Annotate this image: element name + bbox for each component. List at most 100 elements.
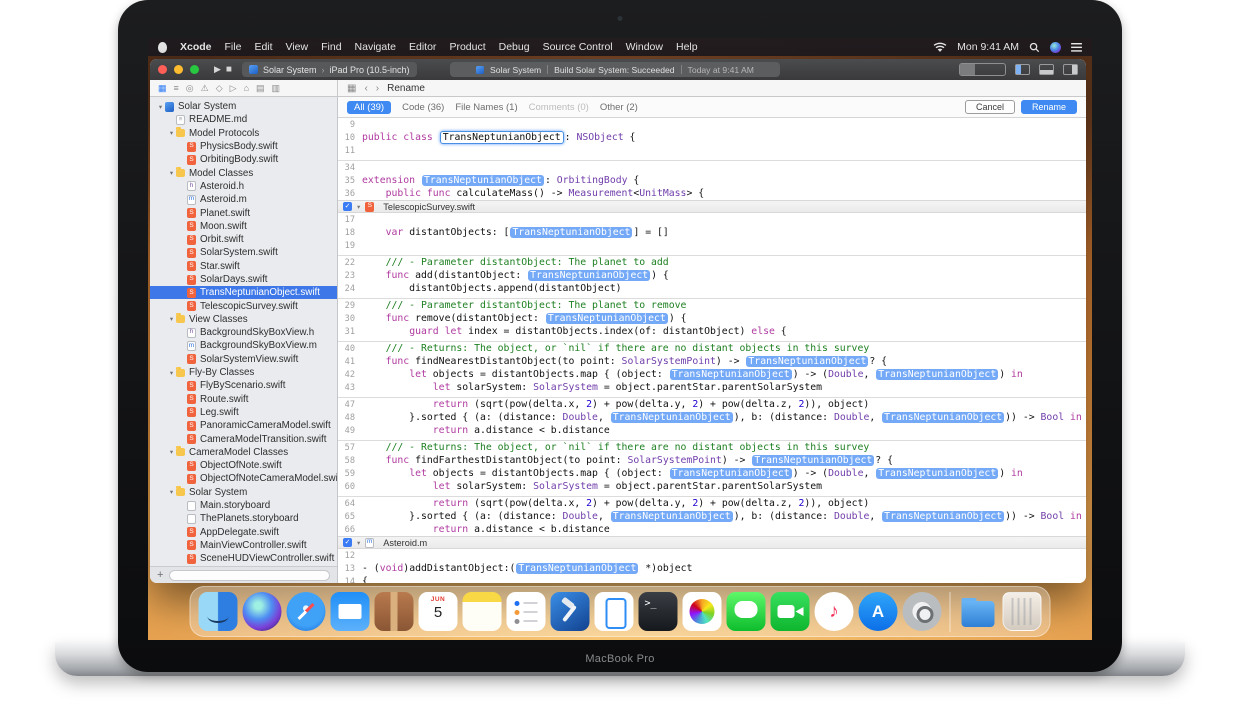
dock-music-icon[interactable]: ♪ [814, 592, 854, 631]
rename-occurrence-token[interactable]: TransNeptunianObject [746, 356, 869, 367]
dock-contacts-icon[interactable] [374, 592, 414, 631]
sidebar-item-model-protocols[interactable]: ▾ Model Protocols [150, 127, 337, 140]
rename-occurrence-token[interactable]: TransNeptunianObject [876, 468, 999, 479]
editor-mode-segmented-control[interactable] [959, 63, 1006, 76]
dock-xcode-icon[interactable] [550, 592, 590, 631]
sidebar-item-mainviewcontroller-swift[interactable]: S MainViewController.swift [150, 539, 337, 552]
rename-occurrence-token[interactable]: TransNeptunianObject [421, 175, 544, 186]
dock-facetime-icon[interactable] [770, 592, 810, 631]
rename-filter-all-39[interactable]: All (39) [347, 100, 392, 114]
find-navigator-icon[interactable]: ▥ [272, 83, 281, 94]
rename-occurrence-token[interactable]: TransNeptunianObject [610, 511, 733, 522]
sidebar-item-orbitingbody-swift[interactable]: S OrbitingBody.swift [150, 153, 337, 166]
disclosure-triangle-icon[interactable]: ▾ [167, 369, 176, 377]
disclosure-triangle-icon[interactable]: ▾ [167, 488, 176, 496]
checkbox-checked-icon[interactable]: ✓ [343, 202, 352, 211]
sidebar-item-readme-md[interactable]: ≡ README.md [150, 113, 337, 126]
sidebar-item-main-storyboard[interactable]: Main.storyboard [150, 499, 337, 512]
rename-occurrence-token[interactable]: TransNeptunianObject [439, 131, 564, 144]
sidebar-item-objectofnotecameramodel-swift[interactable]: S ObjectOfNoteCameraModel.swift [150, 472, 337, 485]
assistant-editor-button[interactable] [975, 64, 990, 75]
dock-siri-icon[interactable] [242, 592, 282, 631]
disclosure-triangle-icon[interactable]: ▾ [357, 539, 360, 547]
symbol-navigator-icon[interactable]: ◎ [186, 83, 194, 94]
sidebar-item-theplanets-storyboard[interactable]: ThePlanets.storyboard [150, 512, 337, 525]
sidebar-item-appdelegate-swift[interactable]: S AppDelegate.swift [150, 526, 337, 539]
dock-trash-icon[interactable] [1002, 592, 1042, 631]
sidebar-item-leg-swift[interactable]: S Leg.swift [150, 406, 337, 419]
rename-occurrence-token[interactable]: TransNeptunianObject [882, 511, 1005, 522]
sidebar-item-solardays-swift[interactable]: S SolarDays.swift [150, 273, 337, 286]
minimize-window-button[interactable] [174, 65, 183, 74]
menu-item-navigate[interactable]: Navigate [355, 41, 396, 53]
sidebar-item-solar-system[interactable]: ▾ Solar System [150, 486, 337, 499]
issue-navigator-icon[interactable]: ⚠ [201, 83, 209, 94]
rename-filter-file-names-1[interactable]: File Names (1) [455, 102, 517, 113]
menu-app-name[interactable]: Xcode [180, 41, 212, 53]
dock-safari-icon[interactable] [286, 592, 326, 631]
siri-icon[interactable] [1050, 41, 1061, 53]
sidebar-item-fly-by-classes[interactable]: ▾ Fly-By Classes [150, 366, 337, 379]
rename-filter-code-36[interactable]: Code (36) [402, 102, 444, 113]
rename-occurrence-token[interactable]: TransNeptunianObject [669, 369, 792, 380]
rename-filter-comments-0[interactable]: Comments (0) [529, 102, 589, 113]
toggle-debug-area-button[interactable] [1039, 64, 1054, 75]
toggle-navigator-button[interactable] [1015, 64, 1030, 75]
sidebar-item-panoramiccameramodel-swift[interactable]: S PanoramicCameraModel.swift [150, 419, 337, 432]
sidebar-item-route-swift[interactable]: S Route.swift [150, 393, 337, 406]
scheme-selector[interactable]: Solar System › iPad Pro (10.5-inch) [241, 62, 417, 77]
checkbox-checked-icon[interactable]: ✓ [343, 538, 352, 547]
sidebar-item-asteroid-m[interactable]: m Asteroid.m [150, 193, 337, 206]
toggle-inspector-button[interactable] [1063, 64, 1078, 75]
sidebar-item-planet-swift[interactable]: S Planet.swift [150, 206, 337, 219]
rename-occurrence-token[interactable]: TransNeptunianObject [545, 313, 668, 324]
breakpoint-navigator-icon[interactable]: ⌂ [244, 83, 249, 93]
sidebar-item-objectofnote-swift[interactable]: S ObjectOfNote.swift [150, 459, 337, 472]
disclosure-triangle-icon[interactable]: ▾ [167, 448, 176, 456]
sidebar-item-asteroid-h[interactable]: h Asteroid.h [150, 180, 337, 193]
sidebar-item-physicsbody-swift[interactable]: S PhysicsBody.swift [150, 140, 337, 153]
rename-occurrence-token[interactable]: TransNeptunianObject [510, 227, 633, 238]
rename-occurrence-token[interactable]: TransNeptunianObject [669, 468, 792, 479]
dock-simulator-icon[interactable] [594, 592, 634, 631]
spotlight-icon[interactable] [1029, 42, 1040, 53]
sidebar-item-solarsystem-swift[interactable]: S SolarSystem.swift [150, 246, 337, 259]
menu-item-source-control[interactable]: Source Control [543, 41, 613, 53]
disclosure-triangle-icon[interactable]: ▾ [156, 103, 165, 111]
rename-occurrence-token[interactable]: TransNeptunianObject [752, 455, 875, 466]
disclosure-triangle-icon[interactable]: ▾ [357, 203, 360, 211]
disclosure-triangle-icon[interactable]: ▾ [167, 129, 176, 137]
run-button[interactable]: ▶ [214, 64, 221, 75]
menu-item-product[interactable]: Product [449, 41, 485, 53]
sidebar-item-solarsystemview-swift[interactable]: S SolarSystemView.swift [150, 353, 337, 366]
sidebar-item-scenehudviewcontroller-swift[interactable]: S SceneHUDViewController.swift [150, 552, 337, 565]
forward-icon[interactable]: › [376, 83, 379, 94]
stop-button[interactable]: ■ [226, 64, 232, 75]
dock-finder-icon[interactable] [198, 592, 238, 631]
menu-item-file[interactable]: File [225, 41, 242, 53]
test-navigator-icon[interactable]: ◇ [216, 83, 223, 94]
dock-notes-icon[interactable] [462, 592, 502, 631]
related-items-icon[interactable]: ▦ [347, 83, 356, 94]
menu-clock[interactable]: Mon 9:41 AM [957, 41, 1019, 53]
menu-item-find[interactable]: Find [321, 41, 341, 53]
sidebar-item-moon-swift[interactable]: S Moon.swift [150, 220, 337, 233]
disclosure-triangle-icon[interactable]: ▾ [167, 169, 176, 177]
add-file-button[interactable]: + [157, 569, 163, 581]
sidebar-item-flybyscenario-swift[interactable]: S FlyByScenario.swift [150, 379, 337, 392]
sidebar-item-telescopicsurvey-swift[interactable]: S TelescopicSurvey.swift [150, 299, 337, 312]
zoom-window-button[interactable] [190, 65, 199, 74]
rename-occurrence-token[interactable]: TransNeptunianObject [610, 412, 733, 423]
rename-occurrence-token[interactable]: TransNeptunianObject [516, 563, 639, 574]
close-window-button[interactable] [158, 65, 167, 74]
notification-center-icon[interactable] [1071, 42, 1082, 52]
sidebar-item-backgroundskyboxview-h[interactable]: h BackgroundSkyBoxView.h [150, 326, 337, 339]
report-navigator-icon[interactable]: ▤ [256, 83, 265, 94]
cancel-button[interactable]: Cancel [964, 100, 1015, 114]
source-control-navigator-icon[interactable]: ≡ [174, 83, 179, 93]
dock-downloads-icon[interactable] [959, 592, 998, 631]
debug-navigator-icon[interactable]: ▷ [230, 83, 237, 94]
dock-reminders-icon[interactable] [506, 592, 546, 631]
rename-occurrence-token[interactable]: TransNeptunianObject [876, 369, 999, 380]
project-navigator-icon[interactable]: ▦ [158, 83, 167, 94]
